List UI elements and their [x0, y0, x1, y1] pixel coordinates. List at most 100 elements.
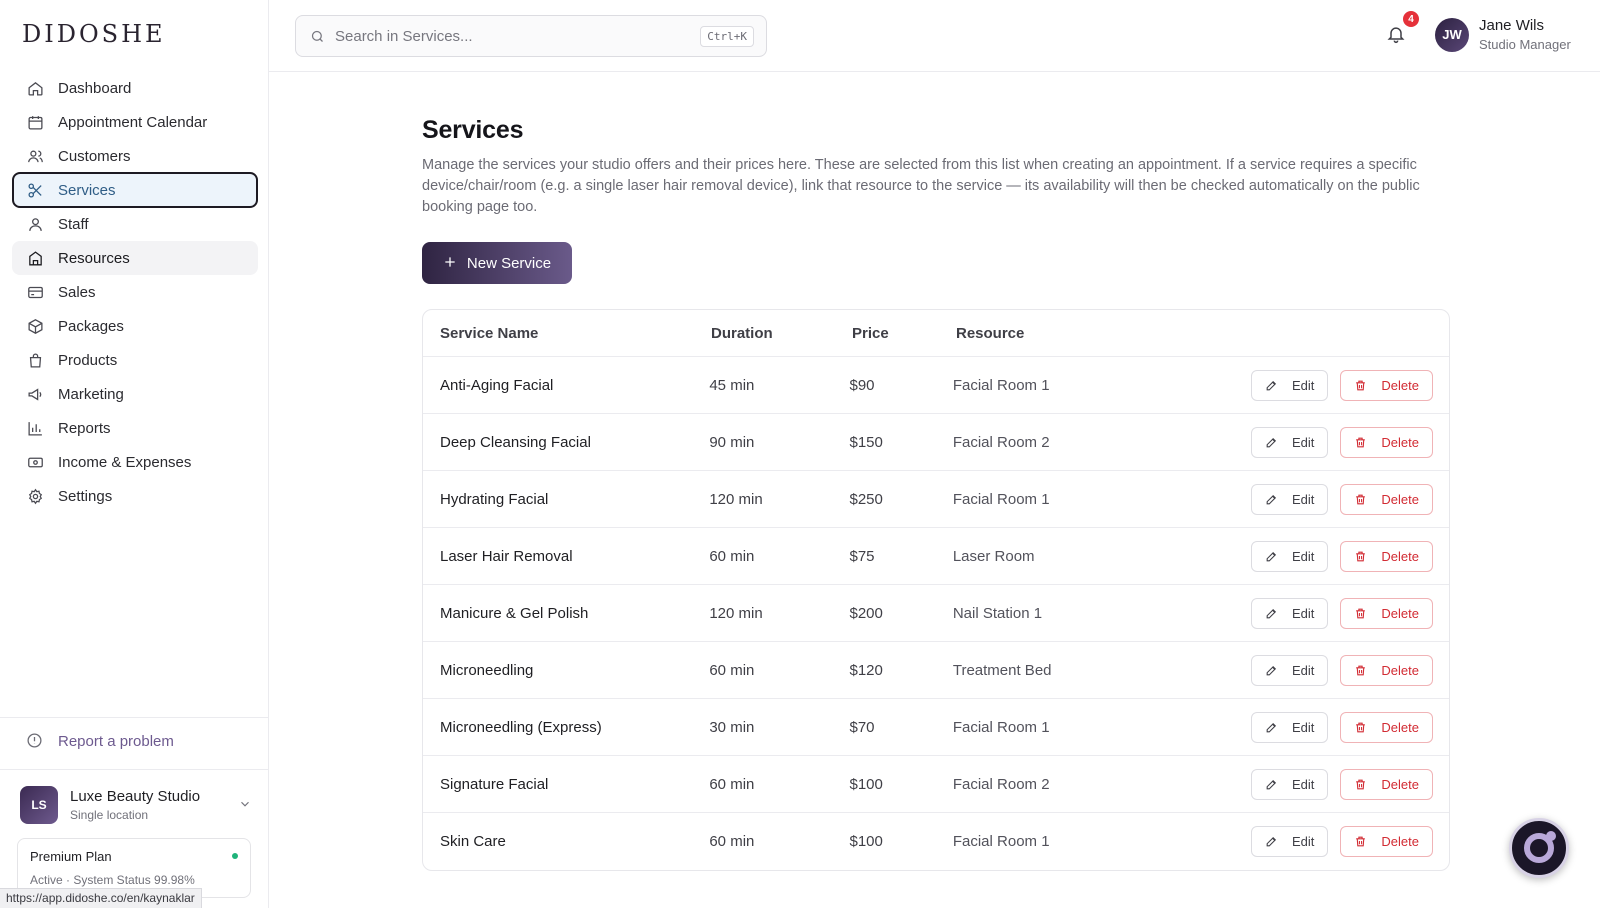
sidebar-item-label: Appointment Calendar [58, 113, 208, 131]
duration-cell: 60 min [709, 547, 755, 565]
user-menu[interactable]: JW Jane Wils Studio Manager [1435, 17, 1571, 52]
sidebar-item-marketing[interactable]: Marketing [12, 377, 258, 411]
sidebar-item-sales[interactable]: Sales [12, 275, 258, 309]
resource-cell: Treatment Bed [952, 661, 1052, 679]
page-title: Services [422, 116, 524, 144]
edit-label: Edit [1292, 662, 1315, 678]
sidebar-item-label: Customers [58, 147, 131, 165]
edit-label: Edit [1292, 834, 1315, 849]
table-body: Anti-Aging Facial 45 min $90 Facial Room 1 E… [423, 357, 1449, 870]
sidebar-item-products[interactable]: Products [12, 343, 258, 377]
plus-icon [443, 253, 457, 273]
delete-button[interactable]: Delete [1340, 826, 1433, 857]
alert-circle-icon [26, 732, 44, 750]
delete-label: Delete [1381, 548, 1419, 564]
edit-button[interactable]: Edit [1251, 483, 1329, 515]
search-input[interactable] [335, 27, 695, 45]
assistant-chat-button[interactable] [1509, 818, 1569, 878]
delete-button[interactable]: Delete [1340, 540, 1433, 572]
search-box[interactable]: Ctrl+K [295, 15, 767, 57]
status-url: https://app.didoshe.co/en/kaynaklar [0, 888, 202, 908]
new-service-button[interactable]: New Service [422, 242, 572, 284]
bell-icon [1386, 27, 1406, 48]
cash-icon [26, 453, 44, 471]
sidebar-item-appointment-calendar[interactable]: Appointment Calendar [12, 105, 258, 139]
delete-button[interactable]: Delete [1340, 426, 1433, 458]
table-row: Deep Cleansing Facial 90 min $150 Facial Ro… [423, 414, 1449, 471]
edit-button[interactable]: Edit [1251, 426, 1329, 458]
duration-cell: 120 min [709, 604, 763, 622]
search-icon [310, 29, 325, 44]
brand-logo[interactable]: DIDOSHE [22, 20, 166, 48]
duration-cell: 60 min [709, 775, 755, 793]
edit-button[interactable]: Edit [1251, 369, 1329, 401]
row-actions: Edit Delete [1251, 654, 1449, 686]
delete-button[interactable]: Delete [1340, 768, 1433, 800]
table-row: Signature Facial 60 min $100 Facial Room 2 E… [423, 756, 1449, 813]
table-header: Service Name Duration Price Resource [423, 310, 1449, 357]
pencil-icon [1265, 778, 1285, 791]
sidebar-item-customers[interactable]: Customers [12, 139, 258, 173]
edit-button[interactable]: Edit [1251, 540, 1329, 572]
delete-button[interactable]: Delete [1340, 483, 1433, 515]
duration-cell: 120 min [709, 490, 763, 508]
column-header-resource: Resource [956, 324, 1025, 342]
notifications-button[interactable] [1386, 24, 1410, 48]
delete-button[interactable]: Delete [1340, 597, 1433, 629]
resource-cell: Facial Room 1 [952, 718, 1050, 736]
services-table: Service Name Duration Price Resource Ant… [422, 309, 1450, 871]
edit-label: Edit [1292, 719, 1315, 735]
sidebar-item-resources[interactable]: Resources [12, 241, 258, 275]
sidebar-item-label: Dashboard [58, 79, 132, 97]
duration-cell: 30 min [709, 718, 755, 736]
delete-label: Delete [1381, 719, 1419, 735]
price-cell: $150 [849, 433, 883, 451]
column-header-price: Price [852, 324, 889, 342]
avatar: JW [1435, 17, 1469, 52]
report-problem-link[interactable]: Report a problem [26, 732, 174, 750]
edit-button[interactable]: Edit [1251, 597, 1329, 629]
sidebar-item-dashboard[interactable]: Dashboard [12, 71, 258, 105]
sidebar-item-reports[interactable]: Reports [12, 411, 258, 445]
resource-cell: Facial Room 1 [952, 833, 1050, 850]
row-actions: Edit Delete [1251, 597, 1449, 629]
studio-info: Luxe Beauty Studio Single location [70, 788, 200, 822]
user-icon [26, 215, 44, 233]
table-row: Microneedling (Express) 30 min $70 Facial R… [423, 699, 1449, 756]
edit-button[interactable]: Edit [1251, 654, 1329, 686]
sidebar-item-label: Reports [58, 419, 111, 437]
bar-chart-icon [26, 419, 44, 437]
service-name-cell: Microneedling (Express) [440, 718, 602, 736]
row-actions: Edit Delete [1251, 826, 1449, 857]
table-row: Hydrating Facial 120 min $250 Facial Room 1… [423, 471, 1449, 528]
edit-button[interactable]: Edit [1251, 768, 1329, 800]
delete-button[interactable]: Delete [1340, 711, 1433, 743]
service-name-cell: Laser Hair Removal [440, 547, 573, 565]
sidebar-item-packages[interactable]: Packages [12, 309, 258, 343]
report-problem-label: Report a problem [58, 732, 174, 750]
delete-label: Delete [1381, 605, 1419, 621]
delete-button[interactable]: Delete [1340, 654, 1433, 686]
sidebar-item-services[interactable]: Services [12, 172, 258, 208]
duration-cell: 60 min [709, 661, 755, 679]
table-row: Manicure & Gel Polish 120 min $200 Nail Sta… [423, 585, 1449, 642]
main-content: Services Manage the services your studio… [422, 116, 1450, 871]
sidebar-divider [0, 717, 269, 718]
sidebar: DIDOSHE Dashboard Appointment Calendar C… [0, 0, 269, 908]
sidebar-nav: Dashboard Appointment Calendar Customers… [12, 71, 258, 513]
service-name-cell: Microneedling [440, 661, 534, 679]
row-actions: Edit Delete [1251, 369, 1449, 401]
trash-icon [1354, 550, 1374, 563]
edit-button[interactable]: Edit [1251, 826, 1329, 857]
sidebar-item-settings[interactable]: Settings [12, 479, 258, 513]
sidebar-item-income-expenses[interactable]: Income & Expenses [12, 445, 258, 479]
sidebar-item-label: Packages [58, 317, 124, 335]
studio-switcher[interactable]: LS Luxe Beauty Studio Single location [20, 785, 252, 825]
bag-icon [26, 351, 44, 369]
delete-button[interactable]: Delete [1340, 369, 1433, 401]
price-cell: $75 [849, 547, 875, 565]
resource-cell: Facial Room 1 [952, 490, 1050, 508]
sidebar-item-staff[interactable]: Staff [12, 207, 258, 241]
edit-button[interactable]: Edit [1251, 711, 1329, 743]
calendar-icon [26, 113, 44, 131]
